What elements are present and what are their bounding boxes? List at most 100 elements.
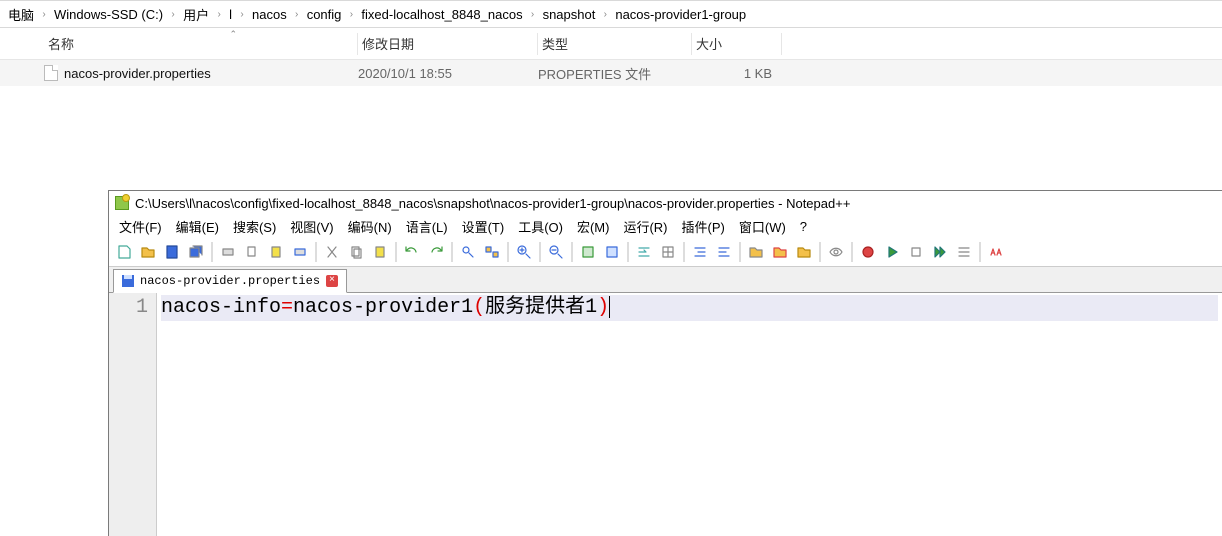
chevron-right-icon[interactable]: › <box>213 9 225 20</box>
menu-view[interactable]: 视图(V) <box>284 215 339 238</box>
sort-indicator-icon: ⌃ <box>229 29 237 40</box>
chevron-right-icon[interactable]: › <box>599 9 611 20</box>
menu-help[interactable]: ? <box>794 217 813 236</box>
column-header-date[interactable]: 修改日期 <box>358 33 538 55</box>
line-number: 1 <box>109 295 148 321</box>
breadcrumb-item[interactable]: snapshot <box>539 1 600 27</box>
chevron-right-icon[interactable]: › <box>291 9 303 20</box>
tab-bar: nacos-provider.properties × <box>109 267 1222 293</box>
breadcrumb-item[interactable]: Windows-SSD (C:) <box>50 1 167 27</box>
column-header-name[interactable]: 名称 ⌃ <box>44 33 358 55</box>
chevron-right-icon[interactable]: › <box>527 9 539 20</box>
fold-icon[interactable] <box>745 241 767 263</box>
sync2-icon[interactable] <box>601 241 623 263</box>
menu-macro[interactable]: 宏(M) <box>571 215 616 238</box>
menu-language[interactable]: 语言(L) <box>400 215 454 238</box>
menu-plugins[interactable]: 插件(P) <box>676 215 731 238</box>
breadcrumb-item[interactable]: fixed-localhost_8848_nacos <box>357 1 526 27</box>
toolbar-separator <box>979 242 981 262</box>
menu-file[interactable]: 文件(F) <box>113 215 168 238</box>
redo-icon[interactable] <box>425 241 447 263</box>
toolbar-separator <box>507 242 509 262</box>
save-icon[interactable] <box>161 241 183 263</box>
sync-icon[interactable] <box>577 241 599 263</box>
toolbar-separator <box>211 242 213 262</box>
notepadpp-app-icon <box>115 196 129 210</box>
tab-label: nacos-provider.properties <box>140 274 320 288</box>
menu-tools[interactable]: 工具(O) <box>512 215 569 238</box>
column-header-size[interactable]: 大小 <box>692 33 782 55</box>
undo-icon[interactable] <box>401 241 423 263</box>
file-name: nacos-provider.properties <box>64 66 211 81</box>
record-icon[interactable] <box>857 241 879 263</box>
cut-icon[interactable] <box>321 241 343 263</box>
editor-tab[interactable]: nacos-provider.properties × <box>113 269 347 293</box>
toolbar-separator <box>451 242 453 262</box>
breadcrumb-item[interactable]: nacos-provider1-group <box>611 1 750 27</box>
toolbar-separator <box>539 242 541 262</box>
zoom-in-icon[interactable] <box>513 241 535 263</box>
breadcrumb-item[interactable]: l <box>225 1 236 27</box>
toolbar-separator <box>851 242 853 262</box>
toolbar-separator <box>627 242 629 262</box>
line-number-gutter: 1 <box>109 293 157 536</box>
open-file-icon[interactable] <box>137 241 159 263</box>
zoom-out-icon[interactable] <box>545 241 567 263</box>
file-size: 1 KB <box>692 66 782 81</box>
new-file-icon[interactable] <box>113 241 135 263</box>
find-icon[interactable] <box>457 241 479 263</box>
fast-icon[interactable] <box>929 241 951 263</box>
copy-icon[interactable] <box>241 241 263 263</box>
paste2-icon[interactable] <box>369 241 391 263</box>
column-header-type[interactable]: 类型 <box>538 33 692 55</box>
spellcheck-icon[interactable] <box>985 241 1007 263</box>
menu-window[interactable]: 窗口(W) <box>733 215 792 238</box>
wrap-icon[interactable] <box>633 241 655 263</box>
save-all-icon[interactable] <box>185 241 207 263</box>
show-all-icon[interactable] <box>657 241 679 263</box>
chevron-right-icon[interactable]: › <box>38 9 50 20</box>
print2-icon[interactable] <box>289 241 311 263</box>
breadcrumb-item[interactable]: 用户 <box>179 1 213 27</box>
file-row[interactable]: nacos-provider.properties 2020/10/1 18:5… <box>0 60 1222 86</box>
breadcrumb-item[interactable]: nacos <box>248 1 291 27</box>
code-editor[interactable]: 1 nacos-info=nacos-provider1(服务提供者1) <box>109 293 1222 536</box>
menu-bar: 文件(F) 编辑(E) 搜索(S) 视图(V) 编码(N) 语言(L) 设置(T… <box>109 215 1222 237</box>
folder-icon[interactable] <box>793 241 815 263</box>
code-line[interactable]: nacos-info=nacos-provider1(服务提供者1) <box>161 295 1218 321</box>
breadcrumb-item[interactable]: config <box>303 1 346 27</box>
menu-settings[interactable]: 设置(T) <box>456 215 511 238</box>
play-icon[interactable] <box>881 241 903 263</box>
explorer-column-headers: 名称 ⌃ 修改日期 类型 大小 <box>0 28 1222 60</box>
unfold-icon[interactable] <box>769 241 791 263</box>
close-tab-icon[interactable]: × <box>326 275 338 287</box>
outdent-icon[interactable] <box>713 241 735 263</box>
indent-icon[interactable] <box>689 241 711 263</box>
toolbar-separator <box>819 242 821 262</box>
window-title-bar[interactable]: C:\Users\l\nacos\config\fixed-localhost_… <box>109 191 1222 215</box>
file-type: PROPERTIES 文件 <box>538 64 692 83</box>
replace-icon[interactable] <box>481 241 503 263</box>
toolbar-separator <box>395 242 397 262</box>
chevron-right-icon[interactable]: › <box>167 9 179 20</box>
code-area[interactable]: nacos-info=nacos-provider1(服务提供者1) <box>157 293 1222 536</box>
eye-icon[interactable] <box>825 241 847 263</box>
stop-icon[interactable] <box>905 241 927 263</box>
toolbar-separator <box>571 242 573 262</box>
text-cursor <box>609 296 610 318</box>
notepadpp-window: C:\Users\l\nacos\config\fixed-localhost_… <box>108 190 1222 536</box>
menu-search[interactable]: 搜索(S) <box>227 215 282 238</box>
file-icon <box>44 65 58 81</box>
print-icon[interactable] <box>217 241 239 263</box>
copy2-icon[interactable] <box>345 241 367 263</box>
chevron-right-icon[interactable]: › <box>345 9 357 20</box>
chevron-right-icon[interactable]: › <box>236 9 248 20</box>
breadcrumb-item[interactable]: 电脑 <box>4 1 38 27</box>
menu-edit[interactable]: 编辑(E) <box>170 215 225 238</box>
menu-run[interactable]: 运行(R) <box>617 215 673 238</box>
toolbar-separator <box>683 242 685 262</box>
menu-encoding[interactable]: 编码(N) <box>342 215 398 238</box>
list-icon[interactable] <box>953 241 975 263</box>
paste-icon[interactable] <box>265 241 287 263</box>
window-title: C:\Users\l\nacos\config\fixed-localhost_… <box>135 196 850 211</box>
